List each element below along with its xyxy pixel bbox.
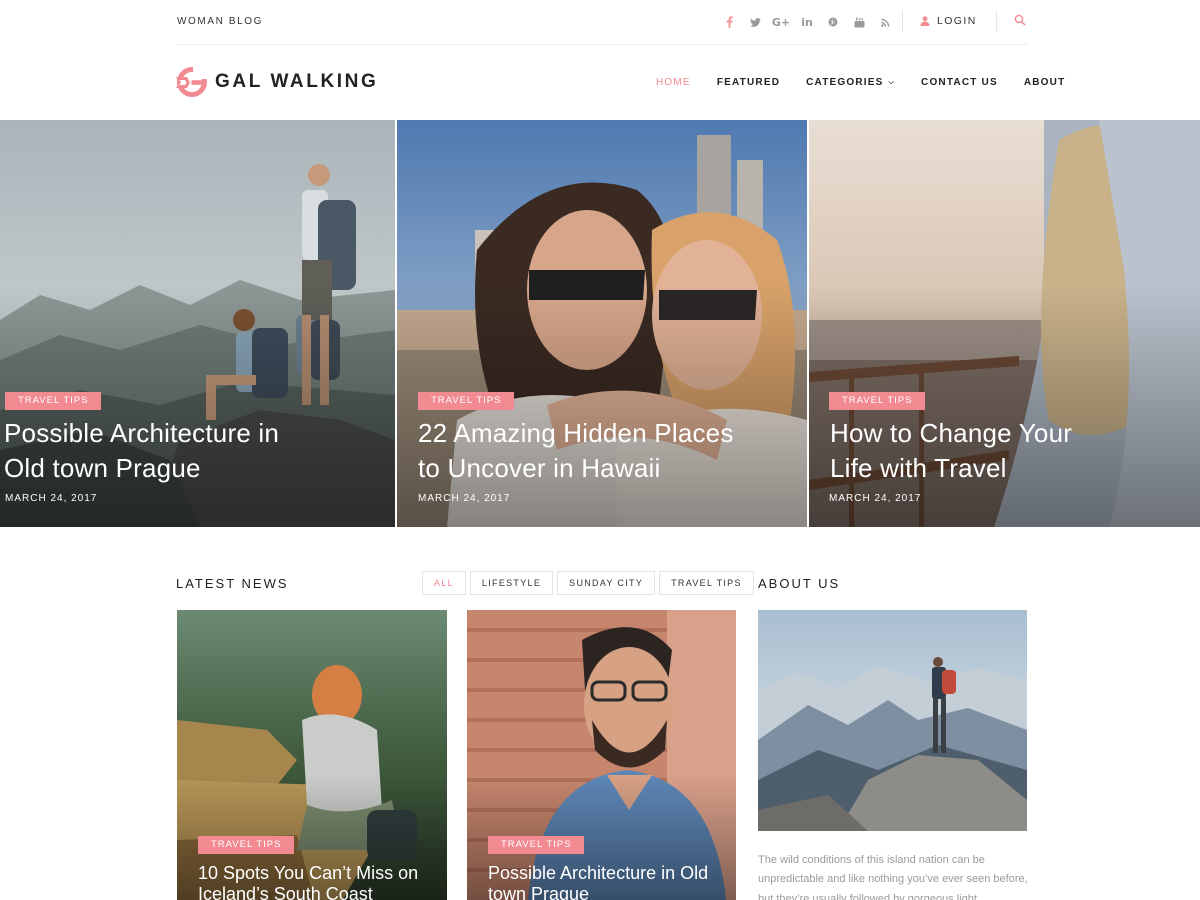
about-photo <box>758 610 1027 831</box>
nav-contact-us-label: CONTACT US <box>921 77 998 88</box>
filter-travel-tips[interactable]: TRAVEL TIPS <box>659 571 754 595</box>
login-link[interactable]: LOGIN <box>920 15 977 27</box>
filter-sunday-city[interactable]: SUNDAY CITY <box>557 571 656 595</box>
category-badge[interactable]: TRAVEL TIPS <box>488 836 585 854</box>
logo-text: GAL WALKING <box>215 71 379 92</box>
rss-icon[interactable] <box>872 13 898 31</box>
post-date: MARCH 24, 2017 <box>829 493 922 504</box>
social-links: G+ in <box>716 13 898 31</box>
top-bar-divider <box>902 10 903 32</box>
hero-post-title[interactable]: 22 Amazing Hidden Places to Uncover in H… <box>418 416 798 486</box>
news-post-title[interactable]: 10 Spots You Can’t Miss on Iceland’s Sou… <box>198 863 438 900</box>
google-plus-icon[interactable]: G+ <box>768 13 794 31</box>
top-bar: WOMAN BLOG G+ in LOGIN <box>176 0 1028 45</box>
category-badge[interactable]: TRAVEL TIPS <box>418 392 515 410</box>
news-post-card[interactable]: TRAVEL TIPS Possible Architecture in Old… <box>467 610 736 900</box>
filter-label: SUNDAY CITY <box>569 578 644 588</box>
filter-label: TRAVEL TIPS <box>671 578 742 588</box>
nav-categories-label: CATEGORIES <box>806 77 884 88</box>
news-filter-tabs: ALL LIFESTYLE SUNDAY CITY TRAVEL TIPS <box>422 571 754 595</box>
hero-post-card[interactable]: TRAVEL TIPS 22 Amazing Hidden Places to … <box>397 120 807 527</box>
hero-title-line: Old town Prague <box>4 453 201 483</box>
filter-lifestyle[interactable]: LIFESTYLE <box>469 571 554 595</box>
hero-post-title[interactable]: How to Change Your Life with Travel <box>830 416 1190 486</box>
hero-title-line: Life with Travel <box>830 453 1007 483</box>
youtube-icon[interactable] <box>846 13 872 31</box>
nav-about-label: ABOUT <box>1023 77 1066 88</box>
featured-slider: TRAVEL TIPS Possible Architecture in Old… <box>0 120 1200 527</box>
news-post-title[interactable]: Possible Architecture in Old town Prague <box>488 863 728 900</box>
pinterest-icon[interactable] <box>820 13 846 31</box>
nav-about[interactable]: ABOUT <box>1024 77 1066 88</box>
site-logo[interactable]: GAL WALKING <box>176 66 378 98</box>
category-badge[interactable]: TRAVEL TIPS <box>198 836 295 854</box>
about-us-heading: ABOUT US <box>758 576 841 591</box>
linkedin-icon[interactable]: in <box>794 13 820 31</box>
hero-title-line: to Uncover in Hawaii <box>418 453 661 483</box>
hero-title-line: How to Change Your <box>830 418 1073 448</box>
facebook-icon[interactable] <box>716 13 742 31</box>
filter-label: LIFESTYLE <box>481 578 542 588</box>
top-bar-divider <box>996 10 997 32</box>
logo-mark-icon <box>176 66 208 97</box>
hero-title-line: 22 Amazing Hidden Places <box>418 418 734 448</box>
hero-post-card[interactable]: TRAVEL TIPS How to Change Your Life with… <box>809 120 1200 527</box>
nav-featured-label: FEATURED <box>716 77 781 88</box>
latest-news-heading: LATEST NEWS <box>176 576 289 591</box>
chevron-down-icon: ⌵ <box>888 78 896 86</box>
hero-post-title[interactable]: Possible Architecture in Old town Prague <box>4 416 384 486</box>
post-date: MARCH 24, 2017 <box>418 493 511 504</box>
nav-home-label: HOME <box>656 77 691 88</box>
category-badge[interactable]: TRAVEL TIPS <box>5 392 102 410</box>
twitter-icon[interactable] <box>742 13 768 31</box>
post-date: MARCH 24, 2017 <box>5 493 98 504</box>
filter-label: ALL <box>434 578 454 588</box>
filter-all[interactable]: ALL <box>422 571 466 595</box>
hero-post-card[interactable]: TRAVEL TIPS Possible Architecture in Old… <box>0 120 395 527</box>
nav-home[interactable]: HOME <box>656 77 691 88</box>
news-post-card[interactable]: TRAVEL TIPS 10 Spots You Can’t Miss on I… <box>177 610 447 900</box>
about-us-text: The wild conditions of this island natio… <box>758 854 1028 900</box>
user-icon <box>920 16 930 26</box>
main-navigation: HOME FEATURED CATEGORIES ⌵ CONTACT US ABO… <box>656 77 1065 88</box>
search-icon[interactable] <box>1014 13 1028 27</box>
hero-title-line: Possible Architecture in <box>4 418 280 448</box>
nav-categories[interactable]: CATEGORIES ⌵ <box>806 77 895 88</box>
about-photo-mountain-hiker <box>758 610 1027 831</box>
nav-featured[interactable]: FEATURED <box>717 77 780 88</box>
site-tagline: WOMAN BLOG <box>177 16 264 27</box>
login-label: LOGIN <box>937 15 977 27</box>
nav-contact-us[interactable]: CONTACT US <box>921 77 998 88</box>
category-badge[interactable]: TRAVEL TIPS <box>829 392 926 410</box>
